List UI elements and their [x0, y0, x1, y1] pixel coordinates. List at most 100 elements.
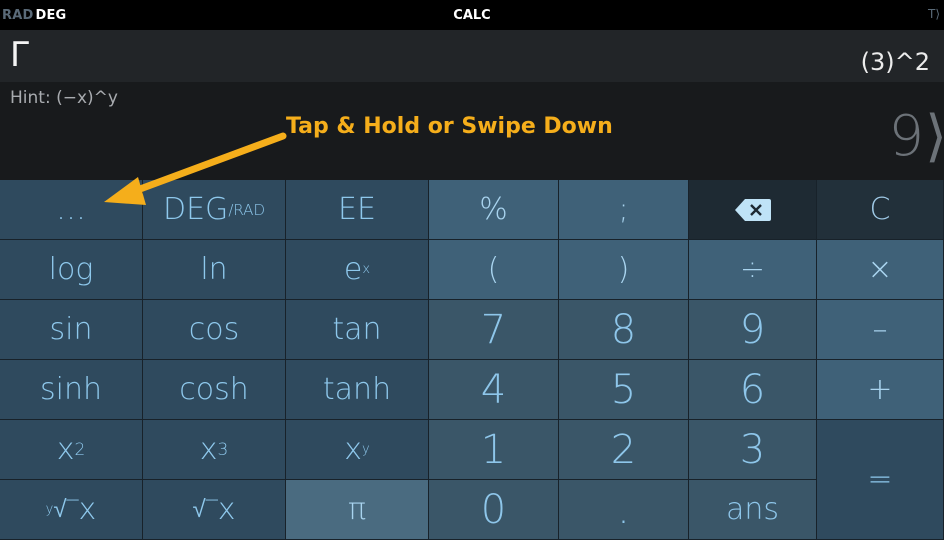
- exp-base-label: e: [343, 252, 363, 287]
- cos-label: cos: [188, 312, 240, 347]
- digit-4-button[interactable]: 4: [429, 360, 559, 420]
- semicolon-button[interactable]: ;: [559, 180, 689, 240]
- tape-toggle-icon[interactable]: T⟩: [928, 7, 940, 21]
- tanh-button[interactable]: tanh: [286, 360, 429, 420]
- digit-2-label: 2: [610, 426, 637, 473]
- rad-sub-label: /RAD: [228, 200, 265, 219]
- tan-button[interactable]: tan: [286, 300, 429, 360]
- digit-7-label: 7: [480, 306, 507, 353]
- log-label: log: [48, 252, 94, 287]
- decimal-button[interactable]: .: [559, 480, 689, 540]
- digit-2-button[interactable]: 2: [559, 420, 689, 480]
- more-functions-label: …: [56, 192, 86, 227]
- pi-label: π: [347, 492, 367, 527]
- expression-text: (3)^2: [860, 48, 930, 76]
- percent-label: %: [479, 192, 508, 227]
- cube-button[interactable]: x3: [143, 420, 286, 480]
- ans-button[interactable]: ans: [689, 480, 817, 540]
- square-base-label: x: [56, 432, 75, 467]
- sqrt-button[interactable]: √‾ x: [143, 480, 286, 540]
- digit-0-label: 0: [480, 486, 507, 533]
- digit-6-button[interactable]: 6: [689, 360, 817, 420]
- cosh-label: cosh: [179, 372, 249, 407]
- digit-0-button[interactable]: 0: [429, 480, 559, 540]
- digit-1-label: 1: [480, 426, 507, 473]
- sqrt-radical: √‾: [192, 495, 218, 523]
- clear-label: C: [869, 192, 891, 227]
- sin-button[interactable]: sin: [0, 300, 143, 360]
- tanh-label: tanh: [322, 372, 392, 407]
- power-base-label: x: [344, 432, 363, 467]
- backspace-button[interactable]: [689, 180, 817, 240]
- divide-label: ÷: [739, 252, 766, 287]
- ln-button[interactable]: ln: [143, 240, 286, 300]
- sqrt-x: x: [217, 492, 236, 527]
- nth-root-index: y: [45, 502, 54, 517]
- more-functions-button[interactable]: …: [0, 180, 143, 240]
- cosh-button[interactable]: cosh: [143, 360, 286, 420]
- minus-label: –: [872, 312, 888, 347]
- power-superscript: y: [362, 442, 370, 457]
- expression-display: [0, 30, 944, 82]
- deg-label: DEG: [163, 192, 229, 227]
- minus-button[interactable]: –: [817, 300, 944, 360]
- square-superscript: 2: [74, 439, 86, 460]
- divide-button[interactable]: ÷: [689, 240, 817, 300]
- open-paren-button[interactable]: (: [429, 240, 559, 300]
- digit-5-label: 5: [610, 366, 637, 413]
- sinh-label: sinh: [40, 372, 102, 407]
- exp-superscript: x: [362, 262, 371, 277]
- digit-3-button[interactable]: 3: [689, 420, 817, 480]
- log-button[interactable]: log: [0, 240, 143, 300]
- square-button[interactable]: x2: [0, 420, 143, 480]
- digit-1-button[interactable]: 1: [429, 420, 559, 480]
- plus-label: +: [867, 372, 893, 407]
- cube-superscript: 3: [217, 439, 229, 460]
- close-paren-label: ): [617, 252, 630, 287]
- digit-9-label: 9: [739, 306, 766, 353]
- percent-button[interactable]: %: [429, 180, 559, 240]
- digit-6-label: 6: [739, 366, 766, 413]
- result-text: 9⟩: [888, 104, 944, 169]
- backspace-icon: [734, 198, 771, 221]
- ln-label: ln: [200, 252, 228, 287]
- app-title: CALC: [453, 8, 491, 23]
- ans-label: ans: [725, 492, 780, 527]
- digit-7-button[interactable]: 7: [429, 300, 559, 360]
- digit-4-label: 4: [480, 366, 507, 413]
- gamma-function-glyph: Γ: [10, 35, 29, 75]
- status-bar: RAD DEG CALC T⟩: [0, 0, 944, 30]
- ee-button[interactable]: EE: [286, 180, 429, 240]
- tutorial-annotation: Tap & Hold or Swipe Down: [286, 114, 613, 139]
- digit-3-label: 3: [739, 426, 766, 473]
- keypad: … DEG/RAD EE % ; C log ln ex ( ) ÷ × sin…: [0, 180, 944, 540]
- power-button[interactable]: xy: [286, 420, 429, 480]
- digit-5-button[interactable]: 5: [559, 360, 689, 420]
- sinh-button[interactable]: sinh: [0, 360, 143, 420]
- deg-rad-toggle-button[interactable]: DEG/RAD: [143, 180, 286, 240]
- nth-root-radical: √‾: [53, 495, 79, 523]
- decimal-label: .: [617, 486, 630, 533]
- close-paren-button[interactable]: ): [559, 240, 689, 300]
- multiply-label: ×: [867, 252, 893, 287]
- sin-label: sin: [49, 312, 93, 347]
- pi-button[interactable]: π: [286, 480, 429, 540]
- plus-button[interactable]: +: [817, 360, 944, 420]
- equals-label: =: [867, 462, 893, 497]
- multiply-button[interactable]: ×: [817, 240, 944, 300]
- exp-button[interactable]: ex: [286, 240, 429, 300]
- nth-root-button[interactable]: y √‾ x: [0, 480, 143, 540]
- digit-8-button[interactable]: 8: [559, 300, 689, 360]
- cube-base-label: x: [199, 432, 218, 467]
- tan-label: tan: [332, 312, 382, 347]
- semicolon-label: ;: [618, 192, 629, 227]
- ee-label: EE: [338, 192, 376, 227]
- equals-button[interactable]: =: [817, 420, 944, 540]
- digit-9-button[interactable]: 9: [689, 300, 817, 360]
- digit-8-label: 8: [610, 306, 637, 353]
- cos-button[interactable]: cos: [143, 300, 286, 360]
- clear-button[interactable]: C: [817, 180, 944, 240]
- open-paren-label: (: [487, 252, 500, 287]
- hint-text: Hint: (−x)^y: [10, 88, 118, 108]
- nth-root-x: x: [78, 492, 97, 527]
